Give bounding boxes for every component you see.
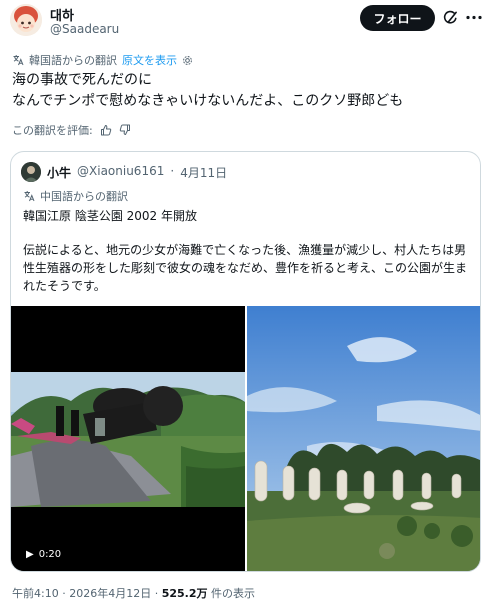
views-label: 件の表示 xyxy=(211,587,255,600)
tweet-text-line: 海の事故で死んだのに xyxy=(12,72,152,88)
quoted-avatar-image xyxy=(21,162,41,182)
quoted-date[interactable]: 4月11日 xyxy=(180,164,227,181)
thumbs-down-icon[interactable] xyxy=(119,124,131,136)
park-photo xyxy=(247,306,480,571)
quoted-header: 小牛 @Xiaoniu6161 · 4月11日 xyxy=(47,164,227,181)
translation-source-label: 韓国語からの翻訳 xyxy=(29,54,117,67)
separator-dot: · xyxy=(170,164,175,178)
views-count: 525.2万 xyxy=(161,587,208,600)
anime-avatar-icon xyxy=(10,4,42,36)
play-icon: ▶ xyxy=(26,548,34,560)
quoted-avatar[interactable] xyxy=(21,162,41,182)
tweet-date[interactable]: 2026年4月12日 xyxy=(69,587,151,600)
tweet-meta: 午前4:10 · 2026年4月12日 · 525.2万 件の表示 xyxy=(12,585,255,601)
translate-icon xyxy=(13,55,24,66)
photo-image[interactable] xyxy=(247,306,480,571)
grok-icon[interactable] xyxy=(443,10,458,25)
tweet-text-line: なんでチンポで慰めなきゃいけないんだよ、このクソ野郎ども xyxy=(12,93,404,109)
quoted-translation-label: 中国語からの翻訳 xyxy=(40,190,128,203)
translate-icon xyxy=(24,191,35,202)
rate-translation: この翻訳を評価: xyxy=(12,122,131,138)
thumbs-up-icon[interactable] xyxy=(100,124,112,136)
rate-translation-label: この翻訳を評価: xyxy=(12,124,93,137)
video-player[interactable]: ▶ 0:20 xyxy=(11,306,245,571)
video-duration-badge[interactable]: ▶ 0:20 xyxy=(19,544,69,564)
gear-icon[interactable] xyxy=(182,55,193,66)
separator-dot: · xyxy=(154,587,159,600)
translation-notice: 韓国語からの翻訳 原文を表示 xyxy=(12,52,193,68)
quoted-handle[interactable]: @Xiaoniu6161 xyxy=(77,164,164,181)
avatar[interactable] xyxy=(10,4,42,36)
quoted-translation-notice: 中国語からの翻訳 xyxy=(23,188,128,204)
video-thumbnail xyxy=(11,306,245,571)
quoted-tweet[interactable]: 小牛 @Xiaoniu6161 · 4月11日 中国語からの翻訳 韓国江原 陰茎… xyxy=(10,151,481,572)
video-duration: 0:20 xyxy=(38,548,62,560)
tweet-text: 海の事故で死んだのに なんでチンポで慰めなきゃいけないんだよ、このクソ野郎ども xyxy=(12,70,487,112)
tweet-time[interactable]: 午前4:10 xyxy=(12,587,59,600)
show-original-link[interactable]: 原文を表示 xyxy=(122,52,177,68)
quoted-display-name[interactable]: 小牛 xyxy=(47,164,71,181)
separator-dot: · xyxy=(62,587,66,600)
follow-button[interactable]: フォロー xyxy=(360,5,435,31)
quoted-text-body: 伝説によると、地元の少女が海難で亡くなった後、漁獲量が減少し、村人たちは男性生殖… xyxy=(23,243,468,293)
user-handle[interactable]: @Saadearu xyxy=(50,22,119,36)
quoted-text-title: 韓国江原 陰茎公園 2002 年開放 xyxy=(23,209,197,223)
more-options-icon[interactable] xyxy=(465,10,483,25)
